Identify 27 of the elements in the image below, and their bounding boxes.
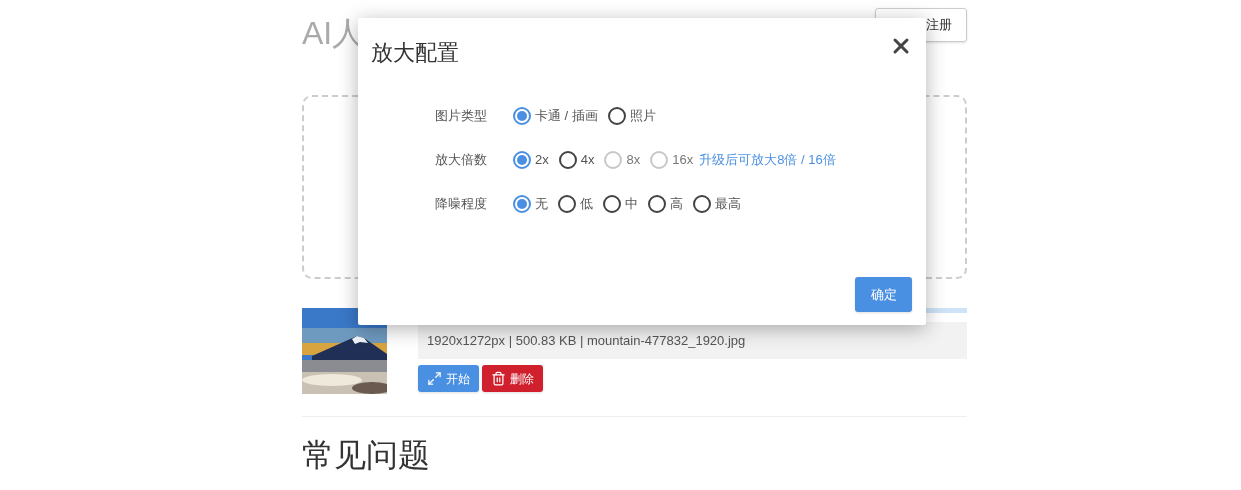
radio-option[interactable]: 4x: [558, 150, 595, 170]
radio-option[interactable]: 低: [558, 194, 593, 214]
radio-button[interactable]: [558, 151, 577, 169]
radio-option[interactable]: 2x: [513, 150, 549, 170]
radio-button[interactable]: [648, 195, 666, 213]
radio-button[interactable]: [607, 107, 626, 125]
radio-option[interactable]: 照片: [607, 106, 656, 126]
expand-icon: [427, 371, 442, 386]
radio-button[interactable]: [513, 195, 531, 213]
setting-label: 图片类型: [435, 107, 488, 126]
faq-heading: 常见问题: [302, 436, 431, 475]
radio-option[interactable]: 高: [648, 194, 683, 214]
setting-label: 放大倍数: [435, 151, 488, 170]
radio-button[interactable]: [513, 151, 531, 169]
radio-option[interactable]: 最高: [693, 194, 741, 214]
radio-button[interactable]: [513, 107, 531, 125]
delete-button[interactable]: 删除: [482, 365, 543, 392]
radio-option[interactable]: 中: [603, 194, 638, 214]
radio-button[interactable]: [693, 195, 711, 213]
file-info: 1920x1272px | 500.83 KB | mountain-477832_1920.jpg: [418, 322, 967, 359]
radio-option[interactable]: 无: [513, 194, 548, 214]
radio-button[interactable]: [558, 195, 576, 213]
radio-option[interactable]: 卡通 / 插画: [513, 106, 598, 126]
trash-icon: [491, 371, 506, 386]
setting-label: 降噪程度: [435, 195, 488, 214]
dialog-title: 放大配置: [371, 39, 459, 67]
radio-button[interactable]: [603, 195, 621, 213]
